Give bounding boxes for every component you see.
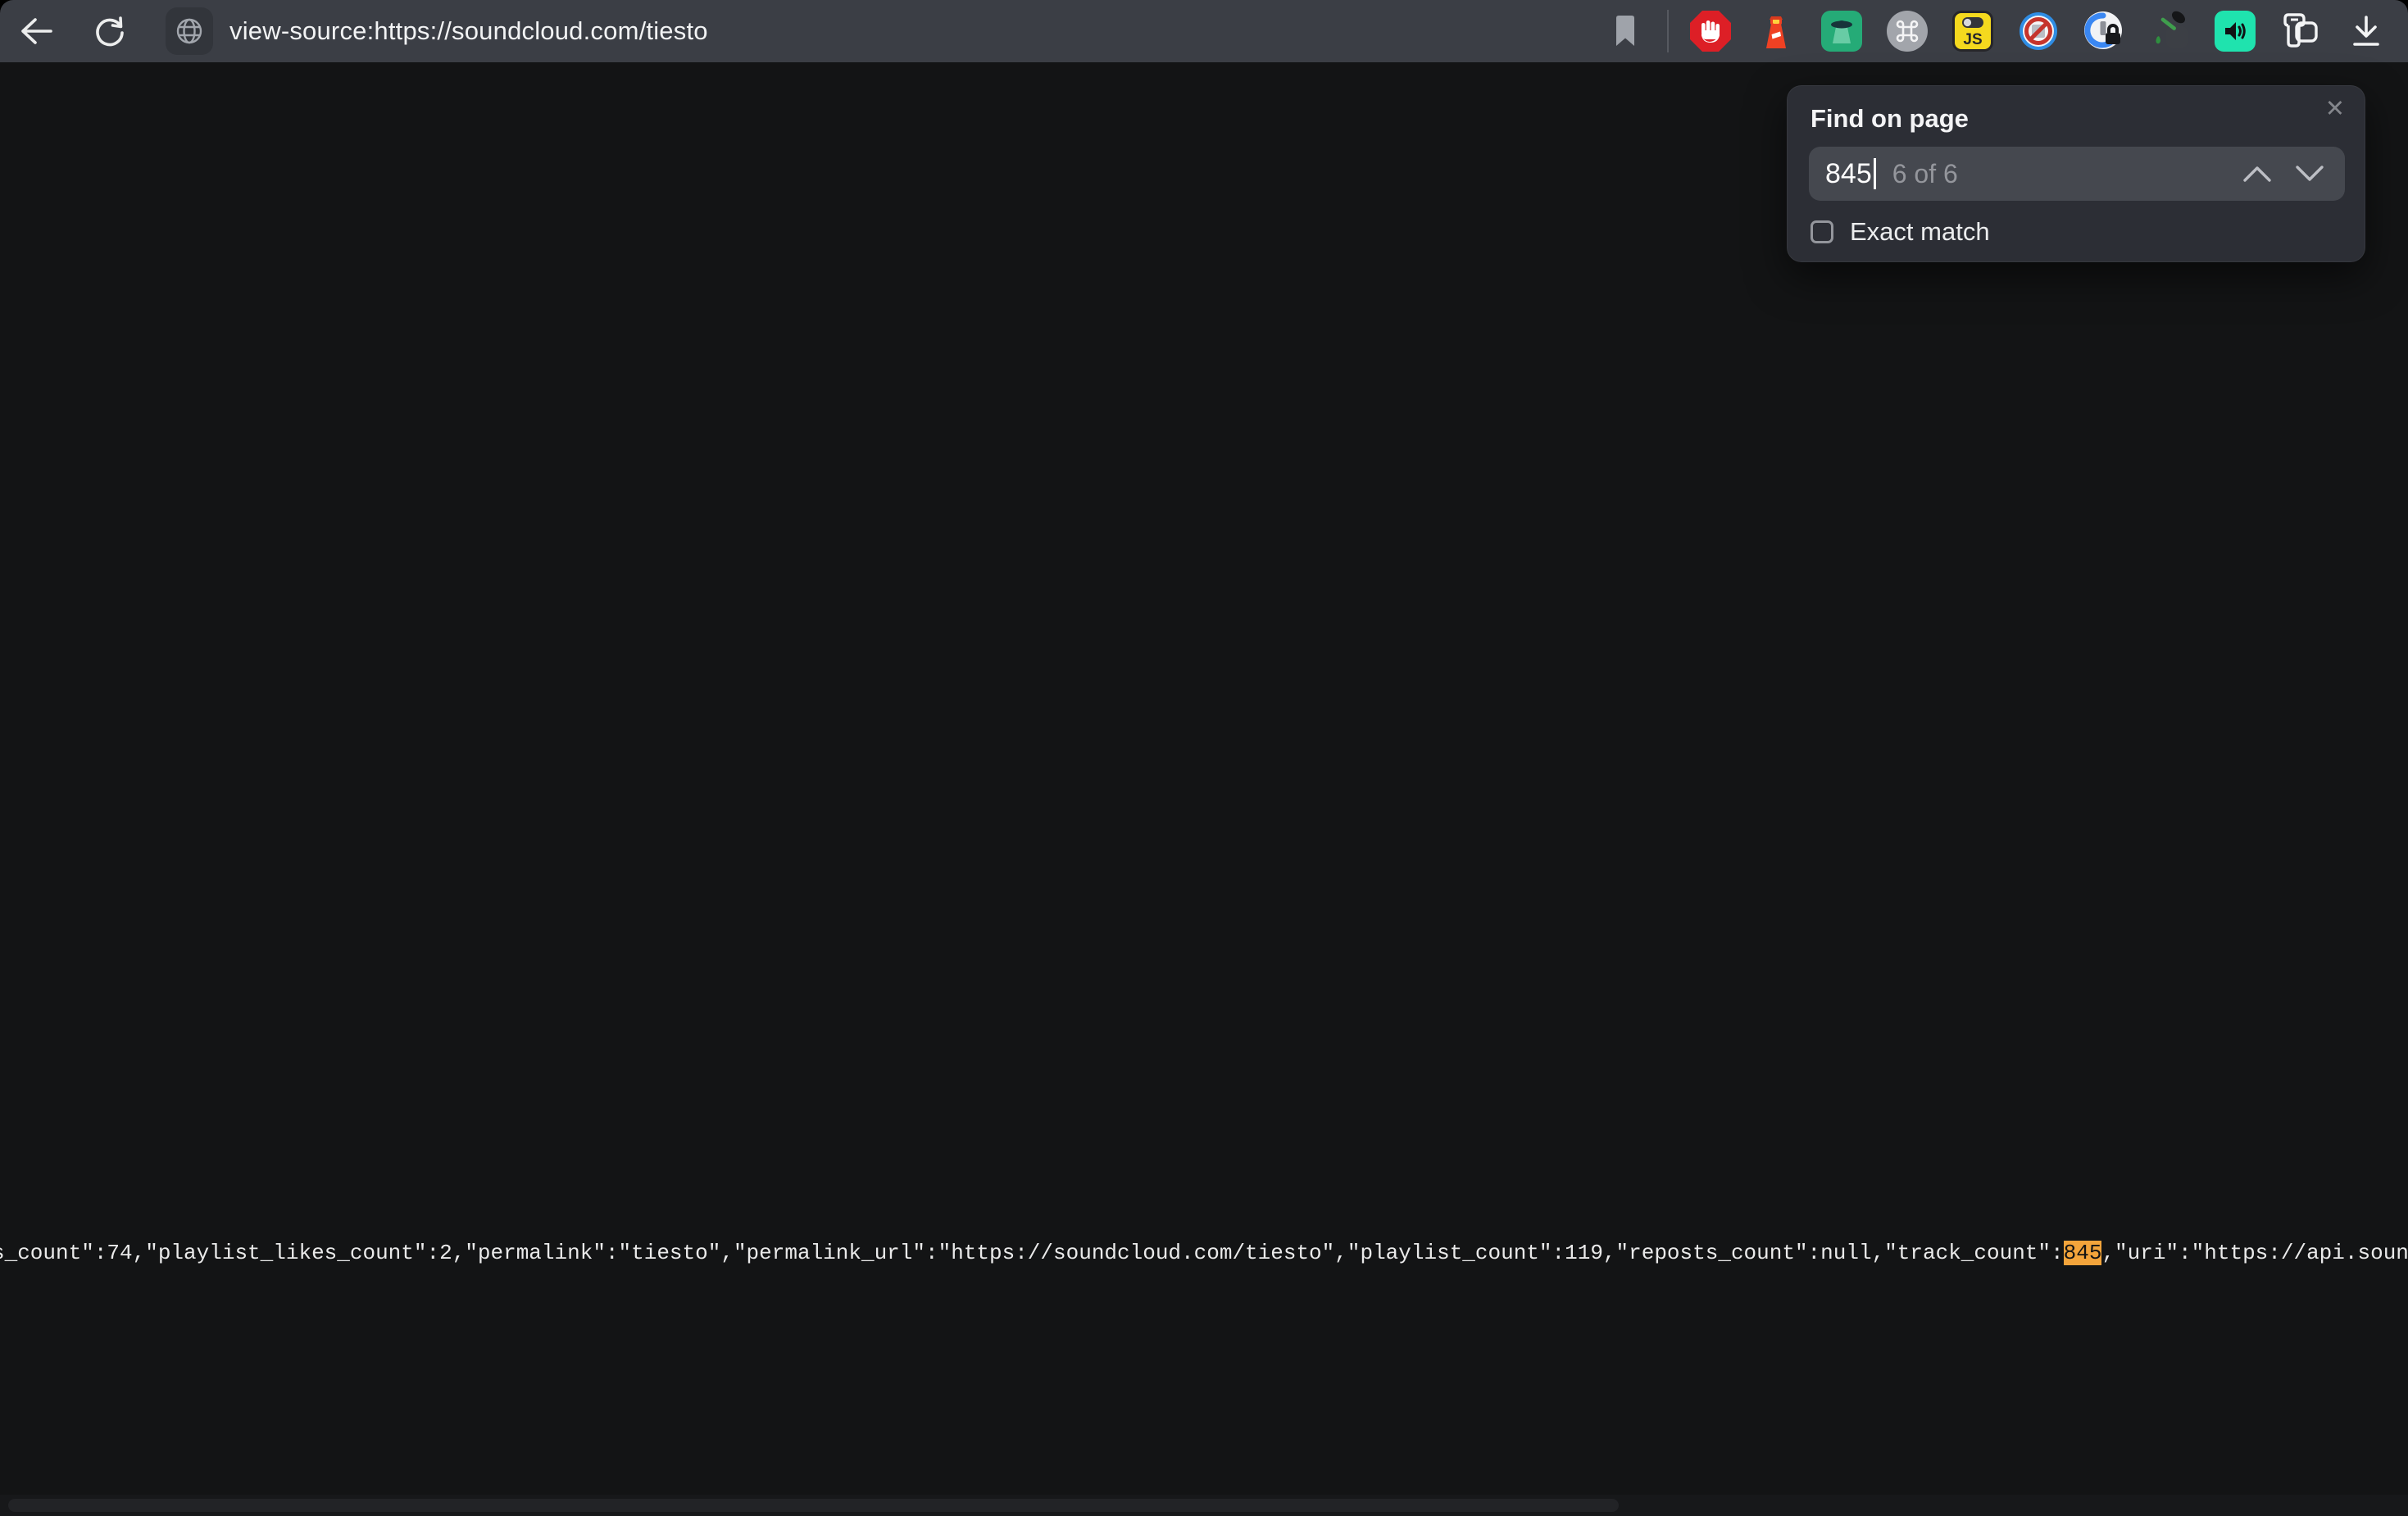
extension-1password[interactable] [2080, 7, 2128, 55]
extension-lighthouse[interactable] [1752, 7, 1800, 55]
exact-match-checkbox[interactable] [1811, 220, 1833, 243]
bookmark-icon [1614, 15, 1637, 48]
previous-match-button[interactable] [2242, 164, 2273, 184]
source-text-after: ,"uri":"https://api.soundcl [2101, 1241, 2408, 1265]
browser-toolbar: view-source:https://soundcloud.com/tiest… [0, 0, 2408, 62]
keycard-button[interactable] [2277, 7, 2324, 55]
back-arrow-icon [19, 17, 53, 45]
match-counter: 6 of 6 [1892, 159, 1958, 189]
horizontal-scrollbar-track [0, 1495, 2408, 1516]
ufo-icon [1821, 11, 1862, 52]
text-caret [1874, 158, 1876, 189]
command-icon [1887, 11, 1928, 52]
back-button[interactable] [13, 8, 59, 54]
extension-js-toggle[interactable]: JS [1949, 7, 1997, 55]
bookmark-button[interactable] [1602, 7, 1649, 55]
horizontal-scrollbar-thumb[interactable] [8, 1499, 1619, 1512]
url-text: view-source:https://soundcloud.com/tiest… [229, 16, 708, 46]
speaker-sound-icon [2215, 11, 2256, 52]
extension-blocker[interactable] [2015, 7, 2062, 55]
close-icon[interactable]: ✕ [2325, 98, 2345, 121]
browser-window: view-source:https://soundcloud.com/tiest… [0, 0, 2408, 1516]
site-globe-badge [166, 7, 213, 55]
lighthouse-icon [1760, 12, 1792, 50]
source-text-before: s_count":74,"playlist_likes_count":2,"pe… [0, 1241, 2064, 1265]
exact-match-label[interactable]: Exact match [1850, 217, 1990, 247]
find-panel-title: Find on page [1811, 104, 1969, 134]
reload-button[interactable] [87, 8, 133, 54]
extension-adblock[interactable] [1687, 7, 1734, 55]
find-on-page-panel: Find on page ✕ 845 6 of 6 Exact match [1787, 85, 2365, 262]
color-dropper-icon [2148, 10, 2191, 52]
find-input[interactable]: 845 6 of 6 [1809, 147, 2345, 201]
toolbar-right: JS [1583, 7, 2390, 55]
js-toggle-icon: JS [1952, 11, 1993, 52]
toolbar-divider [1667, 10, 1669, 52]
svg-text:JS: JS [1963, 31, 1982, 48]
find-query-text: 845 [1825, 158, 1872, 190]
downloads-button[interactable] [2342, 7, 2390, 55]
hand-stop-icon [1690, 11, 1731, 52]
key-card-icon [2280, 11, 2321, 51]
blocked-sign-icon [2018, 11, 2059, 52]
onepassword-lock-icon [2083, 10, 2125, 52]
extension-command[interactable] [1883, 7, 1931, 55]
extension-dropper[interactable] [2146, 7, 2193, 55]
source-code-line: s_count":74,"playlist_likes_count":2,"pe… [0, 1239, 2408, 1267]
extension-audio[interactable] [2211, 7, 2259, 55]
download-icon [2351, 14, 2382, 48]
next-match-button[interactable] [2294, 164, 2325, 184]
extension-ufo[interactable] [1818, 7, 1865, 55]
search-match-highlight: 845 [2064, 1241, 2102, 1265]
globe-icon [175, 16, 204, 46]
address-bar[interactable]: view-source:https://soundcloud.com/tiest… [166, 7, 708, 55]
reload-icon [93, 15, 126, 48]
